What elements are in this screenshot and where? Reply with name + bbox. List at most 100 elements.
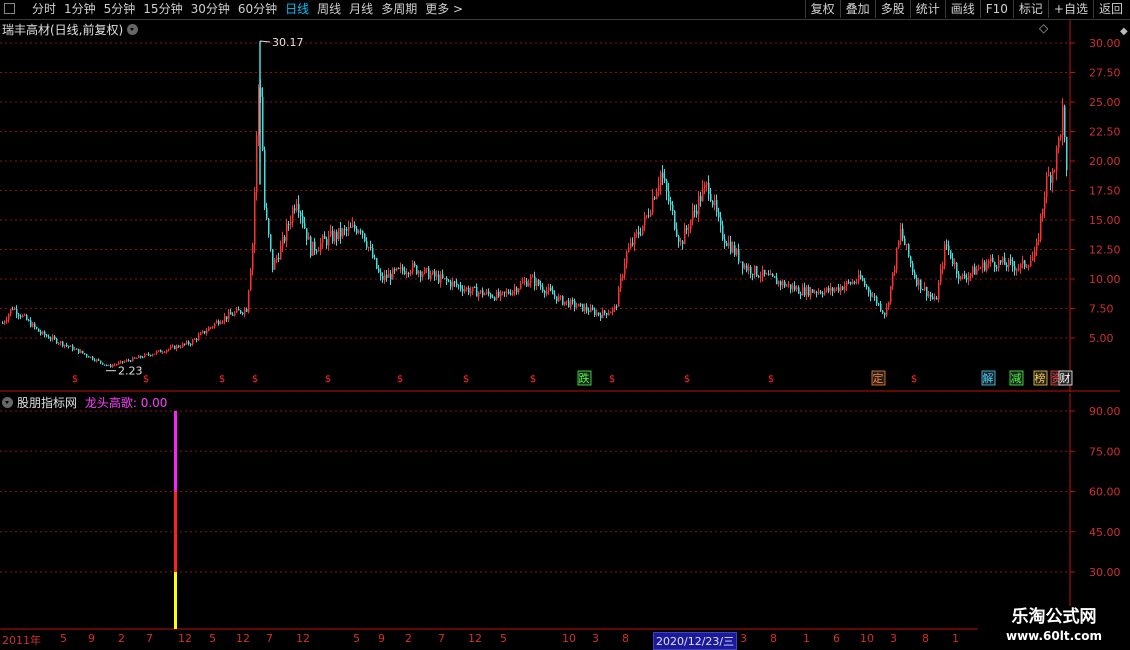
candle-body [678,236,680,243]
candle-body [386,274,388,278]
candle-body [214,323,216,327]
candle-body [380,272,382,276]
event-marker[interactable]: $ [397,374,403,385]
candle-body [562,296,564,305]
candle-body [230,312,232,315]
event-marker[interactable]: $ [684,374,690,385]
candle-body [446,277,448,281]
candle-body [528,282,530,287]
event-marker[interactable]: 榜 [1035,371,1046,385]
tab-7[interactable]: 周线 [313,1,345,18]
event-marker[interactable]: $ [463,374,469,385]
tab-6[interactable]: 日线 [281,1,313,18]
candle-body [424,268,426,274]
event-marker[interactable]: $ [768,374,774,385]
candle-body [1052,170,1054,183]
tab-3[interactable]: 15分钟 [139,1,186,18]
candle-body [638,232,640,235]
event-marker[interactable]: $ [530,374,536,385]
event-marker[interactable]: $ [252,374,258,385]
event-marker[interactable]: $ [143,374,149,385]
tab-2[interactable]: 5分钟 [100,1,140,18]
toolbar-button-7[interactable]: +自选 [1047,0,1093,18]
candle-body [618,288,620,307]
candle-body [76,348,78,350]
candle-body [898,240,900,249]
toolbar-button-4[interactable]: 画线 [944,0,980,18]
candle-body [278,257,280,260]
event-marker[interactable]: $ [219,374,225,385]
event-marker[interactable]: 跌 [579,371,590,385]
tab-10[interactable]: 更多 > [421,1,467,18]
side-tab-strip[interactable]: ◆ [1120,26,1130,37]
candle-body [130,360,132,362]
candle-body [372,248,374,258]
indicator-y-tick: 60.00 [1089,486,1120,499]
event-marker[interactable]: $ [609,374,615,385]
candle-body [280,245,282,260]
toolbar-button-1[interactable]: 叠加 [839,0,875,18]
candle-body [962,275,964,277]
candle-body [652,197,654,213]
tab-0[interactable]: 分时 [28,1,60,18]
candle-body [332,230,334,242]
event-marker[interactable]: 解 [983,371,994,385]
candle-body [14,308,16,310]
candle-body [942,265,944,269]
toolbar-button-5[interactable]: F10 [979,0,1013,18]
event-marker[interactable]: 减 [1011,372,1022,385]
candle-body [816,292,818,294]
candle-body [772,274,774,277]
candle-body [502,291,504,293]
tab-8[interactable]: 月线 [345,1,377,18]
window-menu-icon[interactable] [4,3,15,14]
candle-body [334,231,336,242]
candlestick-chart[interactable]: 30.00 27.50 25.00 22.50 20.00 17.50 15.00 12.50… [0,20,1120,392]
candle-body [72,345,74,350]
candle-body [38,328,40,332]
indicator-chart[interactable]: 90.00 75.00 60.00 45.00 30.00 [0,393,1120,630]
candle-body [452,281,454,287]
candle-body [990,257,992,262]
candle-body [960,276,962,280]
candle-body [172,345,174,347]
candle-body [648,215,650,217]
event-marker[interactable]: $ [72,374,78,385]
candle-body [266,208,268,219]
toolbar-button-8[interactable]: 返回 [1092,0,1128,18]
toolbar-button-2[interactable]: 多股 [874,0,910,18]
candle-body [658,185,660,192]
candle-body [442,274,444,278]
candle-body [540,285,542,287]
candle-body [812,289,814,293]
event-markers[interactable]: $ $ $ $ $ $ $ $ 跌 $ $ $ 定 $ 解减榜资财 [72,370,1073,386]
tab-5[interactable]: 60分钟 [234,1,281,18]
candle-body [406,273,408,275]
tab-4[interactable]: 30分钟 [187,1,234,18]
candle-body [788,284,790,286]
event-marker[interactable]: 定 [873,371,884,385]
toolbar-button-6[interactable]: 标记 [1012,0,1048,18]
tab-1[interactable]: 1分钟 [60,1,100,18]
date-label: 5 [60,632,67,645]
candle-body [870,292,872,297]
candle-body [938,282,940,300]
candle-body [324,236,326,239]
toolbar-button-3[interactable]: 统计 [909,0,945,18]
date-label: 5 [500,632,507,645]
candle-body [552,290,554,295]
candle-body [666,180,668,192]
event-marker[interactable]: $ [911,374,917,385]
candle-body [464,289,466,292]
candle-body [1050,175,1052,183]
candle-body [224,316,226,322]
event-marker[interactable]: 财 [1060,371,1071,385]
candle-body [296,203,298,211]
candle-body [274,259,276,270]
candle-body [88,356,90,358]
candle-body [46,335,48,337]
event-marker[interactable]: $ [325,374,331,385]
candle-body [804,287,806,296]
toolbar-button-0[interactable]: 复权 [804,0,840,18]
tab-9[interactable]: 多周期 [377,1,421,18]
